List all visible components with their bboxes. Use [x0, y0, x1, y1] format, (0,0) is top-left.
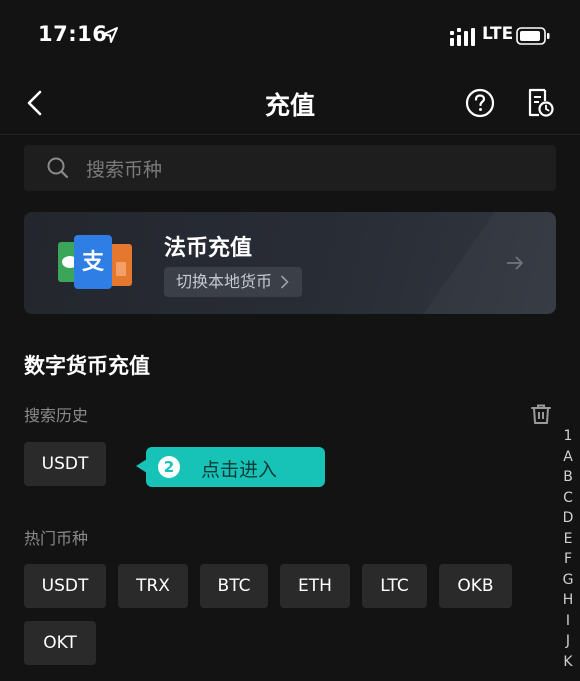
hot-chip-usdt[interactable]: USDT [24, 564, 106, 608]
alphabet-index[interactable]: 1 A B C D E F G H I J K [556, 426, 580, 672]
nav-divider [0, 134, 580, 135]
search-icon [47, 157, 69, 179]
index-item[interactable]: F [556, 549, 580, 570]
battery-icon [516, 27, 550, 45]
chevron-right-icon [281, 275, 289, 289]
hot-chip-okb[interactable]: OKB [439, 564, 512, 608]
index-item[interactable]: J [556, 631, 580, 652]
hot-chip-btc[interactable]: BTC [200, 564, 268, 608]
network-type: LTE [482, 24, 514, 44]
hot-coins-label: 热门币种 [24, 529, 89, 548]
payment-methods-icon: 支 [58, 235, 132, 289]
guide-tooltip: 2 点击进入 [146, 447, 325, 487]
arrow-right-icon [507, 256, 523, 270]
index-item[interactable]: D [556, 508, 580, 529]
signal-icon [450, 28, 475, 46]
history-chip-usdt[interactable]: USDT [24, 442, 106, 486]
index-item[interactable]: A [556, 447, 580, 468]
card-decoration [419, 212, 556, 314]
location-arrow-icon [102, 27, 118, 43]
switch-currency-label: 切换本地货币 [176, 272, 273, 291]
crypto-deposit-title: 数字货币充值 [24, 354, 150, 378]
index-item[interactable]: I [556, 611, 580, 632]
index-item[interactable]: 1 [556, 426, 580, 447]
fiat-deposit-title: 法币充值 [164, 236, 253, 261]
hot-chip-trx[interactable]: TRX [118, 564, 188, 608]
hot-chip-ltc[interactable]: LTC [362, 564, 427, 608]
step-badge: 2 [158, 456, 180, 478]
switch-currency-button[interactable]: 切换本地货币 [164, 267, 303, 297]
history-record-icon[interactable] [525, 87, 555, 119]
status-time: 17:16 [38, 22, 108, 46]
index-item[interactable]: G [556, 570, 580, 591]
fiat-deposit-card[interactable]: 支 法币充值 切换本地货币 [24, 212, 556, 314]
index-item[interactable]: B [556, 467, 580, 488]
search-input[interactable]: 搜索币种 [24, 145, 556, 191]
tooltip-text: 点击进入 [201, 459, 278, 481]
search-history-label: 搜索历史 [24, 406, 89, 425]
svg-text:支: 支 [82, 250, 105, 275]
index-item[interactable]: E [556, 529, 580, 550]
index-item[interactable]: H [556, 590, 580, 611]
index-item[interactable]: K [556, 652, 580, 673]
hot-chip-okt[interactable]: OKT [24, 621, 96, 665]
trash-icon[interactable] [529, 402, 553, 426]
search-placeholder: 搜索币种 [86, 159, 163, 181]
help-icon[interactable] [465, 88, 495, 118]
index-item[interactable]: C [556, 488, 580, 509]
hot-chip-eth[interactable]: ETH [280, 564, 350, 608]
